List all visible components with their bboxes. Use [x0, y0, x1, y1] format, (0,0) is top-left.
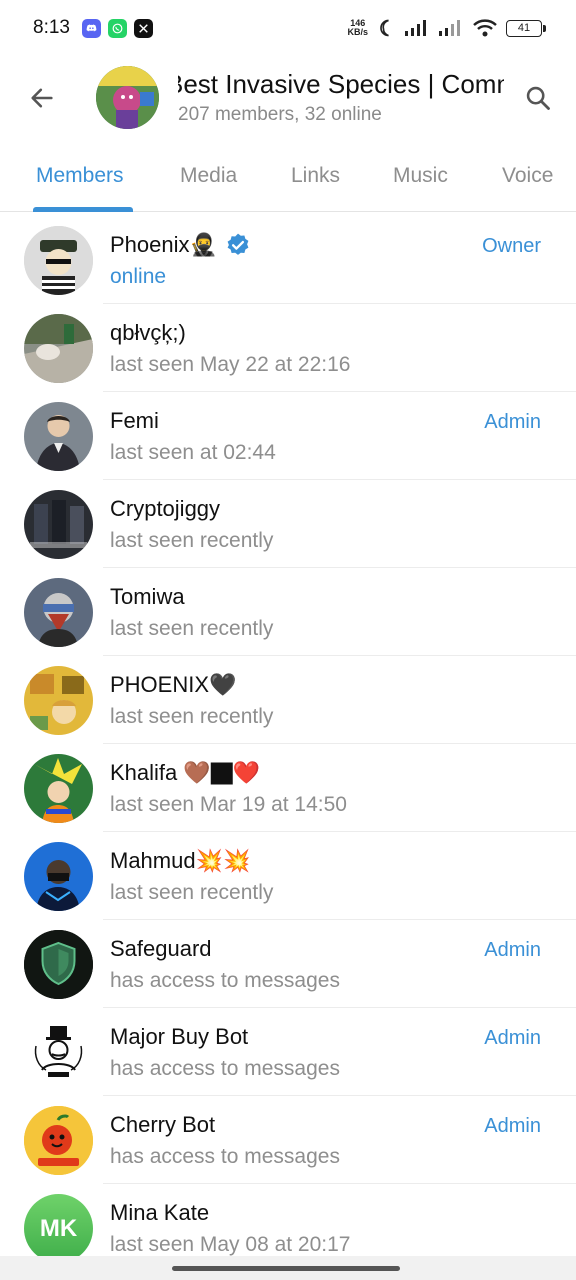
signal-icon [404, 19, 430, 37]
member-name: Mahmud💥💥 [110, 848, 250, 874]
wifi-icon [472, 18, 498, 38]
notification-icons [81, 18, 153, 38]
list-item[interactable]: Tomiwa last seen recently [0, 568, 576, 656]
avatar [24, 226, 93, 295]
member-name: Safeguard [110, 936, 212, 962]
list-item[interactable]: Cryptojiggy last seen recently [0, 480, 576, 568]
avatar [24, 402, 93, 471]
list-item[interactable]: qbłvçķ;) last seen May 22 at 22:16 [0, 304, 576, 392]
member-name-text: Khalifa 🤎🏿❤️ [110, 760, 261, 785]
list-item[interactable]: Cherry Bot has access to messages Admin [0, 1096, 576, 1184]
tab-media[interactable]: Media [180, 164, 237, 188]
member-status: online [110, 265, 167, 288]
member-name: Femi [110, 408, 159, 434]
list-item[interactable]: Femi last seen at 02:44 Admin [0, 392, 576, 480]
member-name: Khalifa 🤎🏿❤️ [110, 760, 260, 786]
list-item[interactable]: PHOENIX🖤 last seen recently [0, 656, 576, 744]
member-name: Phoenix🥷 [110, 232, 251, 258]
member-status: last seen recently [110, 881, 274, 904]
member-name-text: qbłvçķ;) [110, 320, 186, 345]
member-role: Admin [484, 1115, 541, 1137]
discord-icon [81, 18, 101, 38]
member-status: last seen recently [110, 617, 274, 640]
shield-icon [24, 930, 93, 999]
chat-header: Best Invasive Species | Comm 207 members… [0, 56, 576, 140]
avatar [24, 1106, 93, 1175]
member-name: Mina Kate [110, 1200, 209, 1226]
back-button[interactable] [22, 78, 62, 118]
member-name: PHOENIX🖤 [110, 672, 236, 698]
search-button[interactable] [518, 78, 558, 118]
member-name-text: Femi [110, 408, 159, 433]
whatsapp-icon [107, 18, 127, 38]
avatar [24, 666, 93, 735]
list-item[interactable]: Khalifa 🤎🏿❤️ last seen Mar 19 at 14:50 [0, 744, 576, 832]
battery-indicator: 41 [506, 19, 546, 37]
list-item[interactable]: Safeguard has access to messages Admin [0, 920, 576, 1008]
member-name: Cherry Bot [110, 1112, 215, 1138]
avatar [24, 490, 93, 559]
list-item[interactable]: Major Buy Bot has access to messages Adm… [0, 1008, 576, 1096]
list-item[interactable]: Phoenix🥷 online Owner [0, 216, 576, 304]
tab-indicator [33, 207, 133, 212]
tab-voice[interactable]: Voice [502, 164, 553, 188]
header-text[interactable]: Best Invasive Species | Comm 207 members… [178, 68, 504, 128]
member-status: has access to messages [110, 969, 340, 992]
member-role: Owner [482, 235, 541, 257]
tab-bar: Members Media Links Music Voice [0, 140, 576, 212]
member-name-text: PHOENIX🖤 [110, 672, 237, 697]
avatar-initials: MK [39, 1214, 78, 1242]
avatar [24, 314, 93, 383]
list-item[interactable]: Mahmud💥💥 last seen recently [0, 832, 576, 920]
member-name-text: Mahmud💥💥 [110, 848, 251, 873]
member-role: Admin [484, 1027, 541, 1049]
member-name-text: Mina Kate [110, 1200, 210, 1225]
member-name: qbłvçķ;) [110, 320, 186, 346]
avatar [24, 1018, 93, 1087]
net-speed-unit: KB/s [347, 27, 368, 37]
member-status: last seen May 22 at 22:16 [110, 353, 351, 376]
tab-links[interactable]: Links [291, 164, 340, 188]
member-list: Phoenix🥷 online Owner qbłvçķ;) last seen… [0, 216, 576, 1272]
member-name: Cryptojiggy [110, 496, 220, 522]
member-status: last seen May 08 at 20:17 [110, 1233, 351, 1256]
member-role: Admin [484, 411, 541, 433]
cherry-icon [24, 1106, 93, 1175]
avatar [24, 578, 93, 647]
status-time: 8:13 [33, 17, 70, 38]
avatar [24, 754, 93, 823]
tab-members[interactable]: Members [36, 164, 124, 188]
avatar [24, 842, 93, 911]
member-name-text: Phoenix🥷 [110, 232, 217, 257]
member-name-text: Safeguard [110, 936, 212, 961]
member-name-text: Major Buy Bot [110, 1024, 249, 1049]
verified-badge-icon [227, 233, 249, 255]
member-status: last seen at 02:44 [110, 441, 276, 464]
network-speed: 146 KB/s [347, 19, 368, 37]
avatar: MK [24, 1194, 93, 1263]
group-avatar[interactable] [96, 66, 159, 129]
tab-music[interactable]: Music [393, 164, 448, 188]
member-role: Admin [484, 939, 541, 961]
arrow-left-icon [31, 88, 53, 108]
member-name: Major Buy Bot [110, 1024, 248, 1050]
member-status: last seen recently [110, 705, 274, 728]
group-title: Best Invasive Species | Comm [178, 69, 504, 99]
member-name: Tomiwa [110, 584, 185, 610]
member-status: has access to messages [110, 1145, 340, 1168]
moon-icon [376, 18, 396, 38]
member-name-text: Cherry Bot [110, 1112, 216, 1137]
signal-icon-2 [438, 19, 464, 37]
group-subtitle: 207 members, 32 online [178, 104, 382, 125]
x-icon [133, 18, 153, 38]
member-name-text: Cryptojiggy [110, 496, 221, 521]
member-status: has access to messages [110, 1057, 340, 1080]
status-bar: 8:13 146 KB/s 41 [0, 0, 576, 56]
home-indicator[interactable] [172, 1266, 400, 1271]
member-status: last seen Mar 19 at 14:50 [110, 793, 347, 816]
member-status: last seen recently [110, 529, 274, 552]
member-name-text: Tomiwa [110, 584, 185, 609]
search-icon [526, 86, 550, 110]
avatar [24, 930, 93, 999]
